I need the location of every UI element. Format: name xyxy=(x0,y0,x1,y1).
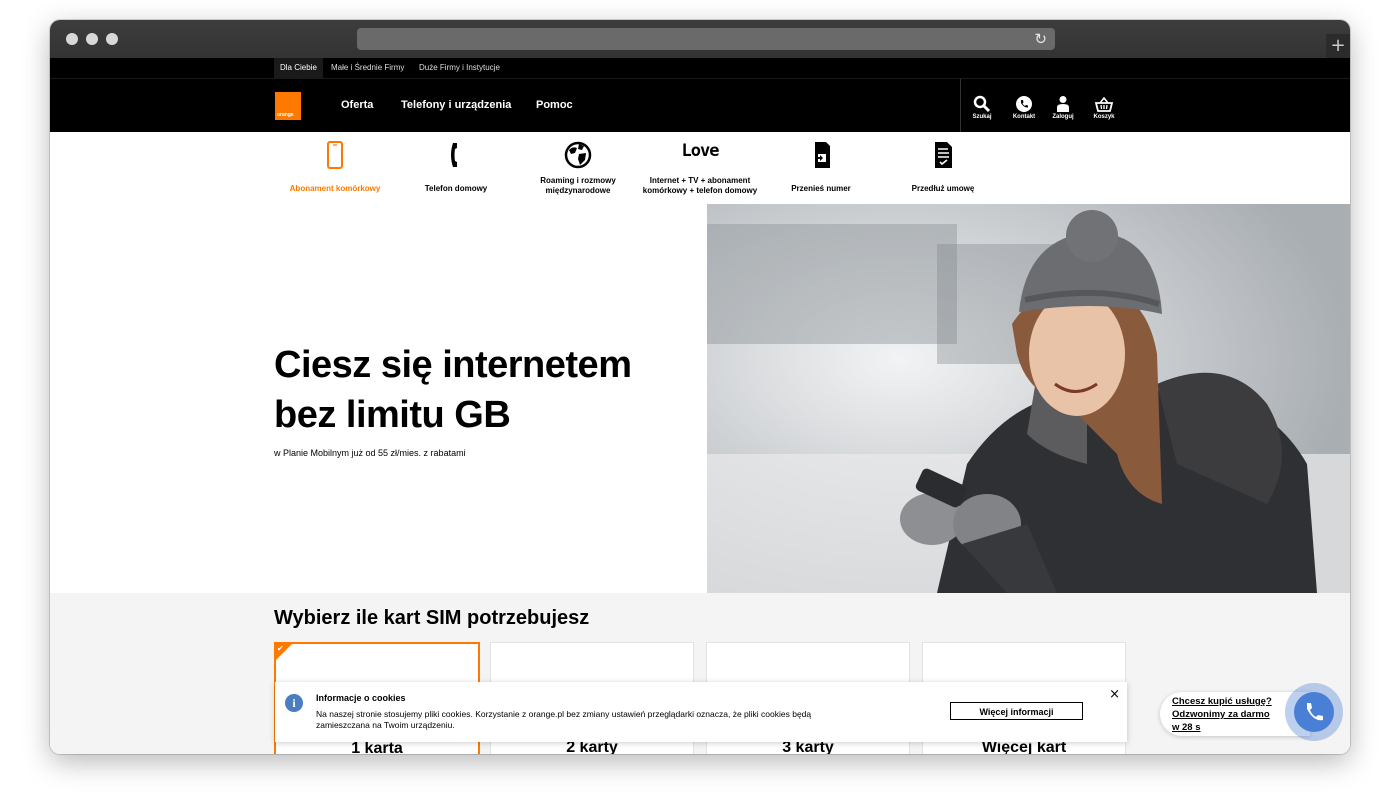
mobile-phone-icon xyxy=(327,141,343,169)
new-tab-button[interactable]: + xyxy=(1326,34,1350,58)
orange-logo[interactable]: orange xyxy=(275,92,301,120)
nav-contact[interactable]: Kontakt xyxy=(1007,95,1041,120)
segment-duze-firmy[interactable]: Duże Firmy i Instytucje xyxy=(413,58,506,78)
callback-line-2[interactable]: Odzwonimy za darmo xyxy=(1172,709,1270,720)
more-info-button[interactable]: Więcej informacji xyxy=(950,702,1083,720)
callback-line-3: w 28 s xyxy=(1172,722,1201,733)
minimize-window-button[interactable] xyxy=(86,33,98,45)
maximize-window-button[interactable] xyxy=(106,33,118,45)
hero-title: Ciesz się internetem bez limitu GB xyxy=(274,344,632,436)
cookie-text: Na naszej stronie stosujemy pliki cookie… xyxy=(316,709,812,730)
nav-login[interactable]: Zaloguj xyxy=(1046,95,1080,120)
info-icon: i xyxy=(285,694,303,712)
phone-icon xyxy=(1307,703,1323,721)
woman-with-phone-illustration xyxy=(707,204,1350,593)
nav-search[interactable]: Szukaj xyxy=(965,95,999,120)
browser-window: ↻ + Dla Ciebie Małe i Średnie Firmy Duże… xyxy=(50,20,1350,754)
selected-check-icon: ✔ xyxy=(276,644,292,660)
call-button[interactable] xyxy=(1285,683,1343,741)
nav-pomoc[interactable]: Pomoc xyxy=(536,99,573,111)
segment-dla-ciebie[interactable]: Dla Ciebie xyxy=(274,58,323,78)
callback-line-1[interactable]: Chcesz kupić usługę? xyxy=(1172,696,1272,707)
browser-toolbar: ↻ + xyxy=(50,20,1350,59)
hero-banner: Ciesz się internetem bez limitu GB w Plan… xyxy=(50,204,1350,593)
love-icon: Love xyxy=(681,141,720,161)
document-icon xyxy=(935,142,952,168)
cookie-title: Informacje o cookies xyxy=(316,693,406,703)
category-bar: Abonament komórkowy Telefon domowy Roami… xyxy=(50,132,1350,204)
search-icon xyxy=(973,95,991,113)
nav-basket[interactable]: Koszyk xyxy=(1087,95,1121,120)
category-abonament-komorkowy[interactable]: Abonament komórkowy xyxy=(275,140,395,194)
segment-bar: Dla Ciebie Małe i Średnie Firmy Duże Fir… xyxy=(50,58,1350,78)
cookie-banner: i Informacje o cookies Na naszej stronie… xyxy=(275,682,1127,742)
nav-telefony[interactable]: Telefony i urządzenia xyxy=(401,99,511,111)
category-roaming[interactable]: Roaming i rozmowy międzynarodowe xyxy=(518,140,638,196)
nav-divider xyxy=(960,79,961,133)
sim-transfer-icon xyxy=(815,142,830,168)
globe-icon xyxy=(564,141,592,169)
user-icon xyxy=(1057,96,1069,112)
handset-icon xyxy=(451,143,457,167)
hero-photo xyxy=(707,204,1350,593)
main-nav: orange Oferta Telefony i urządzenia Pomo… xyxy=(50,78,1350,133)
reload-icon[interactable]: ↻ xyxy=(1034,30,1047,48)
category-przenies-numer[interactable]: Przenieś numer xyxy=(761,140,881,194)
category-przedluz-umowe[interactable]: Przedłuż umowę xyxy=(883,140,1003,194)
nav-oferta[interactable]: Oferta xyxy=(341,99,373,111)
category-love[interactable]: Love Internet + TV + abonament komórkowy… xyxy=(640,140,760,196)
phone-icon xyxy=(1016,96,1032,112)
sim-section-title: Wybierz ile kart SIM potrzebujesz xyxy=(274,607,590,629)
basket-icon xyxy=(1095,96,1113,112)
category-telefon-domowy[interactable]: Telefon domowy xyxy=(396,140,516,194)
address-bar[interactable]: ↻ xyxy=(357,28,1055,50)
close-window-button[interactable] xyxy=(66,33,78,45)
close-icon[interactable]: × xyxy=(1109,687,1120,702)
segment-male-firmy[interactable]: Małe i Średnie Firmy xyxy=(325,58,410,78)
hero-subtitle: w Planie Mobilnym już od 55 zł/mies. z r… xyxy=(274,448,466,458)
